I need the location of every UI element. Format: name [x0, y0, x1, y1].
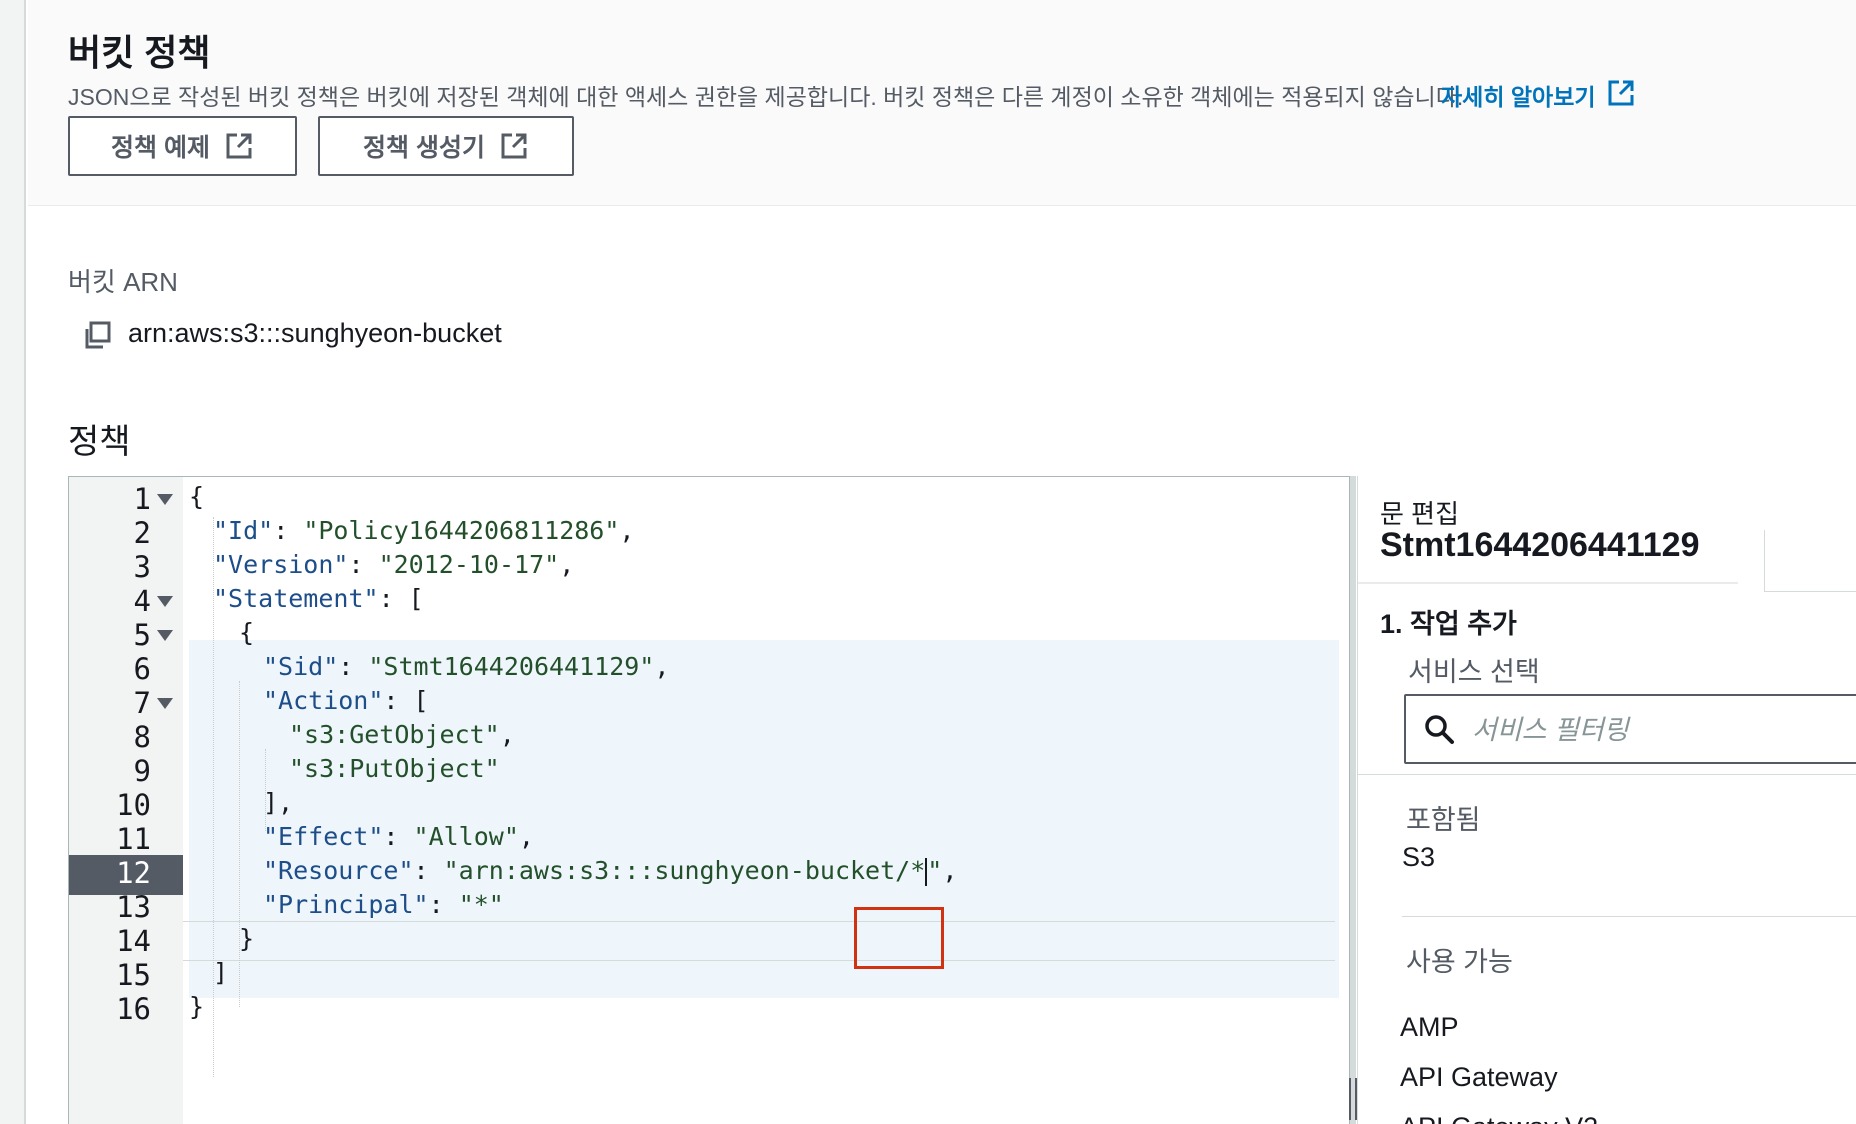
policy-example-button[interactable]: 정책 예제: [68, 116, 297, 176]
fold-toggle-icon[interactable]: [157, 615, 175, 655]
included-service[interactable]: S3: [1402, 842, 1435, 873]
fold-toggle-icon[interactable]: [157, 683, 175, 723]
copy-icon[interactable]: [82, 320, 112, 350]
statement-edit-panel: 문 편집 Stmt1644206441129 1. 작업 추가 서비스 선택 포…: [1357, 476, 1856, 1124]
service-filter-field[interactable]: [1404, 694, 1856, 764]
policy-generator-label: 정책 생성기: [363, 134, 485, 162]
line-number: 16: [116, 992, 151, 1026]
page-title: 버킷 정책: [68, 32, 211, 73]
page-description: JSON으로 작성된 버킷 정책은 버킷에 저장된 객체에 대한 액세스 권한을…: [68, 84, 1464, 110]
policy-example-label: 정책 예제: [111, 134, 210, 162]
service-option[interactable]: AMP: [1400, 1012, 1459, 1043]
external-link-icon: [501, 133, 527, 159]
learn-more-link[interactable]: 자세히 알아보기: [1441, 78, 1596, 112]
policy-label: 정책: [68, 423, 131, 461]
available-label: 사용 가능: [1406, 947, 1513, 977]
external-link-icon: [226, 133, 252, 159]
editor-scrollbar[interactable]: [1350, 476, 1356, 1124]
section-divider: [1402, 916, 1856, 917]
service-filter-input[interactable]: [1472, 706, 1852, 754]
policy-code-editor[interactable]: 1 2 3 4 5 6 7 8 9 10 11 12 13 14 15 16 { "Id": "Policy1…: [68, 476, 1350, 1124]
bucket-arn-value: arn:aws:s3:::sunghyeon-bucket: [128, 318, 502, 348]
policy-generator-button[interactable]: 정책 생성기: [318, 116, 574, 176]
section-divider: [1358, 774, 1856, 775]
external-link-icon[interactable]: [1606, 78, 1636, 108]
annotation-highlight-box: [854, 907, 944, 969]
add-actions-heading: 1. 작업 추가: [1380, 609, 1517, 639]
included-label: 포함됨: [1406, 805, 1481, 835]
statement-id-underline: [1358, 582, 1738, 584]
panel-divider: [1764, 591, 1856, 592]
code-line-16: }: [189, 992, 205, 1021]
fold-toggle-icon[interactable]: [157, 479, 175, 519]
statement-id: Stmt1644206441129: [1380, 526, 1700, 564]
line-number-gutter: 1 2 3 4 5 6 7 8 9 10 11 12 13 14 15 16: [69, 477, 183, 1124]
search-icon: [1425, 715, 1454, 744]
service-option[interactable]: API Gateway V2: [1400, 1112, 1598, 1124]
code-area[interactable]: { "Id": "Policy1644206811286", "Version"…: [183, 477, 1339, 1124]
left-rail: [0, 0, 26, 1124]
service-option[interactable]: API Gateway: [1400, 1062, 1558, 1093]
resize-handle[interactable]: [1349, 1078, 1357, 1120]
bucket-policy-header: 버킷 정책 JSON으로 작성된 버킷 정책은 버킷에 저장된 객체에 대한 액…: [28, 0, 1856, 206]
bucket-arn-label: 버킷 ARN: [68, 267, 178, 297]
service-select-label: 서비스 선택: [1408, 657, 1540, 687]
panel-divider: [1764, 530, 1765, 592]
